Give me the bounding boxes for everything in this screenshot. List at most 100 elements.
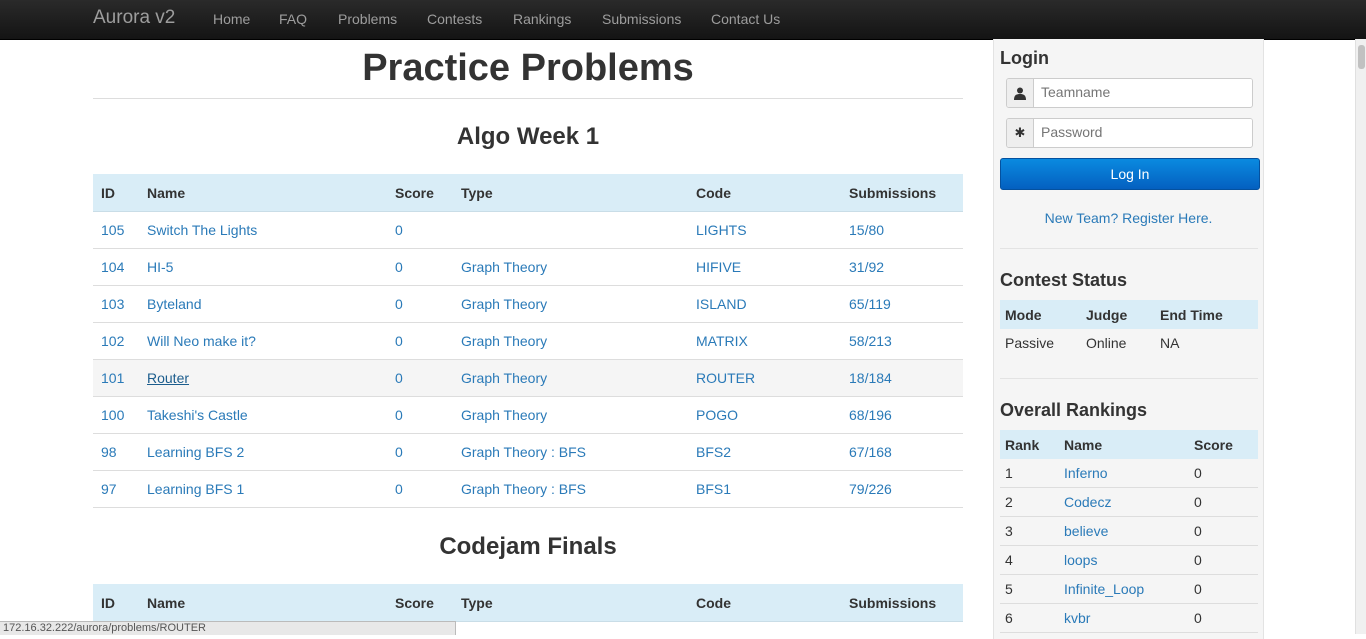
problem-score[interactable]: 0: [395, 259, 403, 275]
nav-problems[interactable]: Problems: [338, 11, 397, 27]
problem-score[interactable]: 0: [395, 481, 403, 497]
table-cell: Learning BFS 2: [139, 433, 387, 471]
problem-id-link[interactable]: 101: [101, 370, 124, 386]
problem-code-link[interactable]: LIGHTS: [696, 222, 747, 238]
problem-id-link[interactable]: 97: [101, 481, 117, 497]
register-link[interactable]: New Team? Register Here.: [994, 210, 1263, 226]
nav-contests[interactable]: Contests: [427, 11, 482, 27]
problem-submissions-link[interactable]: 31/92: [849, 259, 884, 275]
col-judge: Judge: [1081, 300, 1155, 329]
table-row[interactable]: 100 Takeshi's Castle 0 Graph Theory POGO 68/1…: [93, 396, 963, 434]
problem-name-link[interactable]: Byteland: [147, 296, 201, 312]
table-cell: 5: [1000, 574, 1059, 604]
table-cell: ISLAND: [688, 285, 841, 323]
rankings-table: Rank Name Score 1 Inferno 0 2 Codecz 0 3 believ…: [1000, 430, 1258, 633]
problem-name-link[interactable]: Will Neo make it?: [147, 333, 256, 349]
problem-score[interactable]: 0: [395, 444, 403, 460]
problem-submissions-link[interactable]: 68/196: [849, 407, 892, 423]
problem-name-link[interactable]: HI-5: [147, 259, 173, 275]
table-cell: 0: [387, 248, 453, 286]
problem-code-link[interactable]: ROUTER: [696, 370, 755, 386]
nav-submissions[interactable]: Submissions: [602, 11, 681, 27]
problem-id-link[interactable]: 98: [101, 444, 117, 460]
problem-code-link[interactable]: MATRIX: [696, 333, 748, 349]
problem-submissions-link[interactable]: 58/213: [849, 333, 892, 349]
table-cell: Graph Theory: [453, 322, 688, 360]
problem-submissions-link[interactable]: 15/80: [849, 222, 884, 238]
problem-id-link[interactable]: 100: [101, 407, 124, 423]
problem-id-link[interactable]: 102: [101, 333, 124, 349]
problem-submissions-link[interactable]: 65/119: [849, 296, 891, 312]
team-name-link[interactable]: kvbr: [1064, 610, 1090, 626]
problem-code-link[interactable]: BFS1: [696, 481, 731, 497]
col-name: Name: [1059, 430, 1189, 459]
table-row[interactable]: 104 HI-5 0 Graph Theory HIFIVE 31/92: [93, 248, 963, 286]
problem-type-link[interactable]: Graph Theory: [461, 259, 547, 275]
problem-score[interactable]: 0: [395, 333, 403, 349]
problem-name-link[interactable]: Takeshi's Castle: [147, 407, 248, 423]
table-row[interactable]: 103 Byteland 0 Graph Theory ISLAND 65/119: [93, 285, 963, 323]
problem-code-link[interactable]: POGO: [696, 407, 738, 423]
password-input[interactable]: [1035, 119, 1252, 145]
table-row[interactable]: 105 Switch The Lights 0 LIGHTS 15/80: [93, 211, 963, 249]
problem-id-link[interactable]: 105: [101, 222, 124, 238]
top-navbar: Aurora v2 Home FAQ Problems Contests Ran…: [0, 0, 1366, 40]
teamname-field: [1006, 78, 1253, 108]
problem-score[interactable]: 0: [395, 296, 403, 312]
login-heading: Login: [1000, 48, 1049, 68]
problem-score[interactable]: 0: [395, 222, 403, 238]
nav-faq[interactable]: FAQ: [279, 11, 307, 27]
problem-type-link[interactable]: Graph Theory: [461, 296, 547, 312]
problem-name-link[interactable]: Learning BFS 1: [147, 481, 244, 497]
nav-rankings[interactable]: Rankings: [513, 11, 571, 27]
problem-code-link[interactable]: ISLAND: [696, 296, 747, 312]
problem-name-link[interactable]: Router: [147, 370, 189, 386]
table-cell: MATRIX: [688, 322, 841, 360]
user-icon: [1007, 79, 1034, 107]
problem-code-link[interactable]: BFS2: [696, 444, 731, 460]
problem-type-link[interactable]: Graph Theory: [461, 407, 547, 423]
table-cell: 31/92: [841, 248, 963, 286]
log-in-button[interactable]: Log In: [1000, 158, 1260, 190]
problem-score[interactable]: 0: [395, 407, 403, 423]
table-cell: kvbr: [1059, 603, 1189, 633]
brand-link[interactable]: Aurora v2: [93, 7, 175, 29]
team-name-link[interactable]: Inferno: [1064, 465, 1108, 481]
asterisk-icon: ✱: [1007, 119, 1034, 147]
problem-code-link[interactable]: HIFIVE: [696, 259, 741, 275]
nav-contact-us[interactable]: Contact Us: [711, 11, 780, 27]
col-score: Score: [387, 174, 453, 212]
team-name-link[interactable]: believe: [1064, 523, 1108, 539]
team-name-link[interactable]: Codecz: [1064, 494, 1111, 510]
table-row[interactable]: 98 Learning BFS 2 0 Graph Theory : BFS BFS2 6…: [93, 433, 963, 471]
col-score: Score: [1189, 430, 1258, 459]
problem-type-link[interactable]: Graph Theory: [461, 370, 547, 386]
problem-type-link[interactable]: Graph Theory : BFS: [461, 444, 586, 460]
problem-submissions-link[interactable]: 18/184: [849, 370, 892, 386]
table-cell: Graph Theory: [453, 359, 688, 397]
table-cell: 4: [1000, 545, 1059, 575]
scrollbar-thumb[interactable]: [1358, 45, 1365, 69]
problem-type-link[interactable]: Graph Theory: [461, 333, 547, 349]
table-cell: BFS2: [688, 433, 841, 471]
team-name-link[interactable]: loops: [1064, 552, 1097, 568]
table-row[interactable]: 97 Learning BFS 1 0 Graph Theory : BFS BFS1 7…: [93, 470, 963, 508]
problem-id-link[interactable]: 104: [101, 259, 124, 275]
vertical-scrollbar[interactable]: [1355, 39, 1366, 634]
problem-name-link[interactable]: Switch The Lights: [147, 222, 257, 238]
team-name-link[interactable]: Infinite_Loop: [1064, 581, 1144, 597]
problem-submissions-link[interactable]: 67/168: [849, 444, 892, 460]
nav-home[interactable]: Home: [213, 11, 250, 27]
table-cell: 104: [93, 248, 139, 286]
table-cell: 15/80: [841, 211, 963, 249]
problem-score[interactable]: 0: [395, 370, 403, 386]
problem-name-link[interactable]: Learning BFS 2: [147, 444, 244, 460]
teamname-input[interactable]: [1035, 79, 1252, 105]
table-cell: 18/184: [841, 359, 963, 397]
table-row[interactable]: 101 Router 0 Graph Theory ROUTER 18/184: [93, 359, 963, 397]
table-cell: 79/226: [841, 470, 963, 508]
problem-submissions-link[interactable]: 79/226: [849, 481, 892, 497]
problem-id-link[interactable]: 103: [101, 296, 124, 312]
problem-type-link[interactable]: Graph Theory : BFS: [461, 481, 586, 497]
table-row[interactable]: 102 Will Neo make it? 0 Graph Theory MATRIX 5…: [93, 322, 963, 360]
